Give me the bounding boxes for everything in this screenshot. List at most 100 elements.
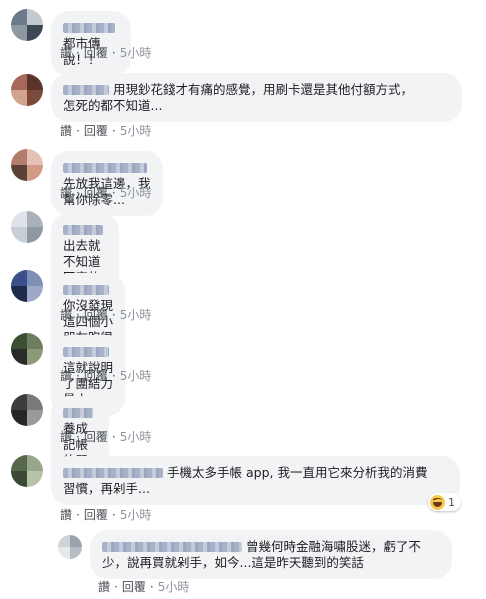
avatar-pixel [27,471,43,487]
commenter-name[interactable] [102,542,242,552]
separator: · [76,46,80,60]
comment-text: 用現鈔花錢才有痛的感覺，用刷卡還是其他付額方式， 怎死的都不知道... [63,82,414,113]
avatar-pixel [11,90,27,106]
avatar[interactable] [58,535,82,559]
separator: · [76,124,80,138]
avatar-pixel [27,455,43,471]
reply-link[interactable]: 回覆 [122,580,146,594]
timestamp[interactable]: 5小時 [158,580,190,594]
timestamp[interactable]: 5小時 [120,186,152,200]
avatar-pixel [27,333,43,349]
avatar-pixel [11,165,27,181]
timestamp[interactable]: 5小時 [120,46,152,60]
reply-link[interactable]: 回覆 [84,124,108,138]
avatar[interactable] [11,333,43,365]
comment-actions: 讚 · 回覆 · 5小時 [60,184,151,201]
reply-link[interactable]: 回覆 [84,308,108,322]
avatar-pixel [11,333,27,349]
avatar[interactable] [11,9,43,41]
avatar-pixel [27,165,43,181]
avatar[interactable] [11,394,43,426]
like-link[interactable]: 讚 [60,124,72,138]
comment-actions: 讚 · 回覆 · 5小時 [60,122,151,139]
avatar-pixel [11,349,27,365]
avatar-pixel [27,286,43,302]
separator: · [111,186,116,200]
avatar-pixel [70,535,82,547]
separator: · [76,508,80,522]
avatar-pixel [11,286,27,302]
like-link[interactable]: 讚 [60,430,72,444]
avatar-pixel [11,149,27,165]
avatar-pixel [27,149,43,165]
avatar-pixel [11,211,27,227]
avatar-pixel [27,349,43,365]
avatar-pixel [27,74,43,90]
comment-actions: 讚 · 回覆 · 5小時 [60,306,151,323]
commenter-name[interactable] [63,408,93,418]
haha-icon [430,494,445,510]
timestamp[interactable]: 5小時 [120,508,152,522]
commenter-name[interactable] [63,85,109,95]
avatar-pixel [27,227,43,243]
avatar-pixel [27,394,43,410]
timestamp[interactable]: 5小時 [120,430,152,444]
like-link[interactable]: 讚 [60,186,72,200]
comment-bubble: 曾幾何時金融海嘯股迷，虧了不 少，說再買就剁手，如今...這是昨天聽到的笑話 [90,530,452,579]
separator: · [111,508,116,522]
avatar-pixel [58,547,70,559]
avatar-pixel [11,74,27,90]
like-link[interactable]: 讚 [60,369,72,383]
timestamp[interactable]: 5小時 [120,308,152,322]
haha-eyes [433,497,442,502]
avatar[interactable] [11,74,43,106]
reply-link[interactable]: 回覆 [84,186,108,200]
reply-link[interactable]: 回覆 [84,430,108,444]
avatar-pixel [58,535,70,547]
avatar-pixel [11,227,27,243]
avatar-pixel [27,270,43,286]
avatar-pixel [27,25,43,41]
comment-actions: 讚 · 回覆 · 5小時 [60,428,151,445]
timestamp[interactable]: 5小時 [120,124,152,138]
comment-actions: 讚 · 回覆 · 5小時 [60,44,151,61]
separator: · [114,580,118,594]
reaction-number: 1 [448,495,455,509]
separator: · [111,308,116,322]
avatar-pixel [27,9,43,25]
reaction-count[interactable]: 1 [428,493,461,511]
avatar[interactable] [11,455,43,487]
like-link[interactable]: 讚 [60,46,72,60]
comment-actions: 讚 · 回覆 · 5小時 [60,367,151,384]
commenter-name[interactable] [63,163,147,173]
avatar-pixel [70,547,82,559]
commenter-name[interactable] [63,225,103,235]
like-link[interactable]: 讚 [60,508,72,522]
separator: · [111,124,116,138]
separator: · [76,430,80,444]
avatar-pixel [11,270,27,286]
avatar[interactable] [11,270,43,302]
reply-link[interactable]: 回覆 [84,46,108,60]
timestamp[interactable]: 5小時 [120,369,152,383]
commenter-name[interactable] [63,23,115,33]
comment-bubble: 手機太多手帳 app, 我一直用它來分析我的消費 習慣，再剁手... [51,456,460,505]
avatar-pixel [11,394,27,410]
avatar-pixel [11,410,27,426]
commenter-name[interactable] [63,468,163,478]
separator: · [76,308,80,322]
avatar-pixel [11,9,27,25]
avatar-pixel [11,471,27,487]
commenter-name[interactable] [63,347,109,357]
commenter-name[interactable] [63,285,109,295]
reply-link[interactable]: 回覆 [84,508,108,522]
avatar-pixel [11,455,27,471]
avatar[interactable] [11,211,43,243]
separator: · [76,369,80,383]
avatar[interactable] [11,149,43,181]
reply-link[interactable]: 回覆 [84,369,108,383]
separator: · [76,186,80,200]
like-link[interactable]: 讚 [98,580,110,594]
like-link[interactable]: 讚 [60,308,72,322]
avatar-pixel [27,90,43,106]
